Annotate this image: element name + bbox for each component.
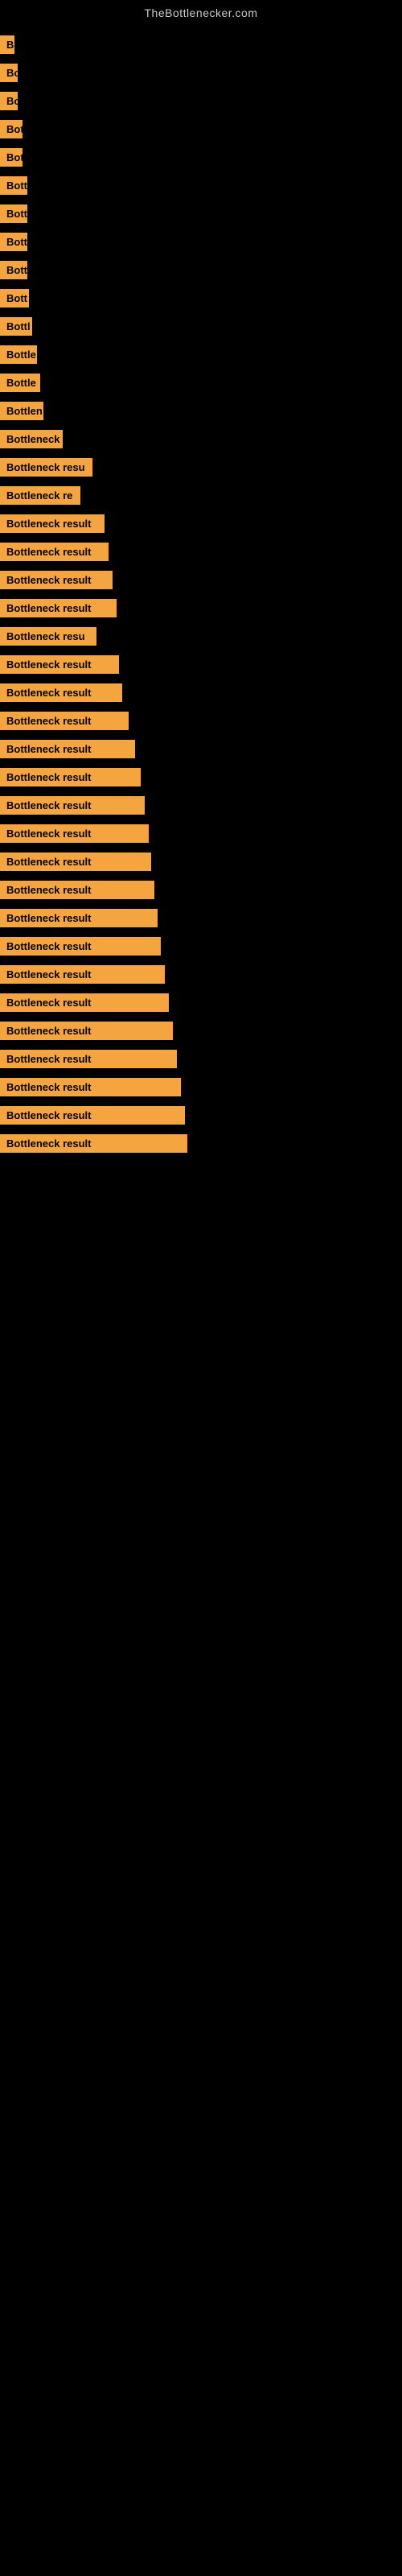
bottleneck-label: Bottleneck resu xyxy=(0,458,92,477)
bottleneck-label: Bottleneck result xyxy=(0,514,105,533)
bottleneck-label: Bottleneck result xyxy=(0,965,165,984)
list-item: Bottleneck resu xyxy=(0,453,402,481)
list-item: Bottleneck result xyxy=(0,960,402,989)
bottleneck-label: Bottleneck result xyxy=(0,712,129,730)
bottleneck-label: Bot xyxy=(0,148,23,167)
bottleneck-label: Bottleneck result xyxy=(0,571,113,589)
list-item: Bo xyxy=(0,87,402,115)
list-item: Bottl xyxy=(0,312,402,341)
bottleneck-label: Bottl xyxy=(0,317,32,336)
bottleneck-label: Bottleneck xyxy=(0,430,63,448)
bottleneck-label: Bottleneck result xyxy=(0,599,117,617)
bottleneck-label: Bottleneck result xyxy=(0,937,161,956)
bottleneck-label: Bottleneck result xyxy=(0,683,122,702)
bottleneck-label: Bottleneck result xyxy=(0,655,119,674)
list-item: Bottleneck result xyxy=(0,707,402,735)
bottleneck-label: Bott xyxy=(0,289,29,308)
list-item: Bottleneck result xyxy=(0,848,402,876)
bottleneck-label: Bottleneck result xyxy=(0,1134,187,1153)
bottleneck-label: Bottleneck resu xyxy=(0,627,96,646)
list-item: Bottleneck result xyxy=(0,679,402,707)
bottleneck-label: Bottleneck result xyxy=(0,768,141,786)
bottleneck-label: Bott xyxy=(0,176,27,195)
bottleneck-label: B xyxy=(0,35,14,54)
site-title: TheBottlenecker.com xyxy=(0,0,402,23)
list-item: Bottle xyxy=(0,369,402,397)
list-item: Bottleneck re xyxy=(0,481,402,510)
bottleneck-label: Bottleneck result xyxy=(0,909,158,927)
bottleneck-label: Bottle xyxy=(0,345,37,364)
bottleneck-label: Bottleneck result xyxy=(0,881,154,899)
list-item: Bottleneck result xyxy=(0,1129,402,1158)
list-item: Bottleneck xyxy=(0,425,402,453)
bottleneck-label: Bottleneck result xyxy=(0,1106,185,1125)
list-item: Bott xyxy=(0,284,402,312)
list-item: Bott xyxy=(0,256,402,284)
bottleneck-label: Bott xyxy=(0,233,27,251)
list-item: Bottleneck result xyxy=(0,566,402,594)
list-item: Bot xyxy=(0,115,402,143)
bottleneck-label: Bottleneck result xyxy=(0,1078,181,1096)
list-item: Bott xyxy=(0,200,402,228)
bottleneck-label: Bottlen xyxy=(0,402,43,420)
list-item: Bottleneck result xyxy=(0,876,402,904)
list-item: Bottleneck result xyxy=(0,1017,402,1045)
bottleneck-label: Bottleneck result xyxy=(0,740,135,758)
bottleneck-label: Bottleneck result xyxy=(0,993,169,1012)
list-item: Bot xyxy=(0,143,402,171)
list-item: Bottleneck result xyxy=(0,763,402,791)
bottleneck-label: Bottleneck result xyxy=(0,1050,177,1068)
bottleneck-label: Bot xyxy=(0,120,23,138)
list-item: Bo xyxy=(0,59,402,87)
bottleneck-label: Bottleneck result xyxy=(0,543,109,561)
items-list: B Bo Bo Bot Bot Bott Bott Bott Bott Bott Bottl Bott… xyxy=(0,23,402,1166)
bottleneck-label: Bo xyxy=(0,64,18,82)
bottleneck-label: Bo xyxy=(0,92,18,110)
list-item: Bottleneck result xyxy=(0,1045,402,1073)
bottleneck-label: Bottleneck result xyxy=(0,824,149,843)
list-item: B xyxy=(0,31,402,59)
list-item: Bott xyxy=(0,171,402,200)
list-item: Bottleneck result xyxy=(0,1073,402,1101)
list-item: Bottlen xyxy=(0,397,402,425)
list-item: Bottleneck result xyxy=(0,791,402,819)
list-item: Bottleneck result xyxy=(0,650,402,679)
list-item: Bottleneck result xyxy=(0,932,402,960)
bottleneck-label: Bottleneck result xyxy=(0,1022,173,1040)
list-item: Bott xyxy=(0,228,402,256)
bottleneck-label: Bottleneck re xyxy=(0,486,80,505)
bottleneck-label: Bottle xyxy=(0,374,40,392)
bottleneck-label: Bott xyxy=(0,261,27,279)
list-item: Bottleneck result xyxy=(0,989,402,1017)
list-item: Bottleneck result xyxy=(0,594,402,622)
list-item: Bottleneck result xyxy=(0,1101,402,1129)
list-item: Bottleneck result xyxy=(0,510,402,538)
bottleneck-label: Bottleneck result xyxy=(0,852,151,871)
list-item: Bottle xyxy=(0,341,402,369)
list-item: Bottleneck result xyxy=(0,819,402,848)
bottleneck-label: Bottleneck result xyxy=(0,796,145,815)
list-item: Bottleneck result xyxy=(0,538,402,566)
bottleneck-label: Bott xyxy=(0,204,27,223)
list-item: Bottleneck result xyxy=(0,735,402,763)
list-item: Bottleneck result xyxy=(0,904,402,932)
list-item: Bottleneck resu xyxy=(0,622,402,650)
